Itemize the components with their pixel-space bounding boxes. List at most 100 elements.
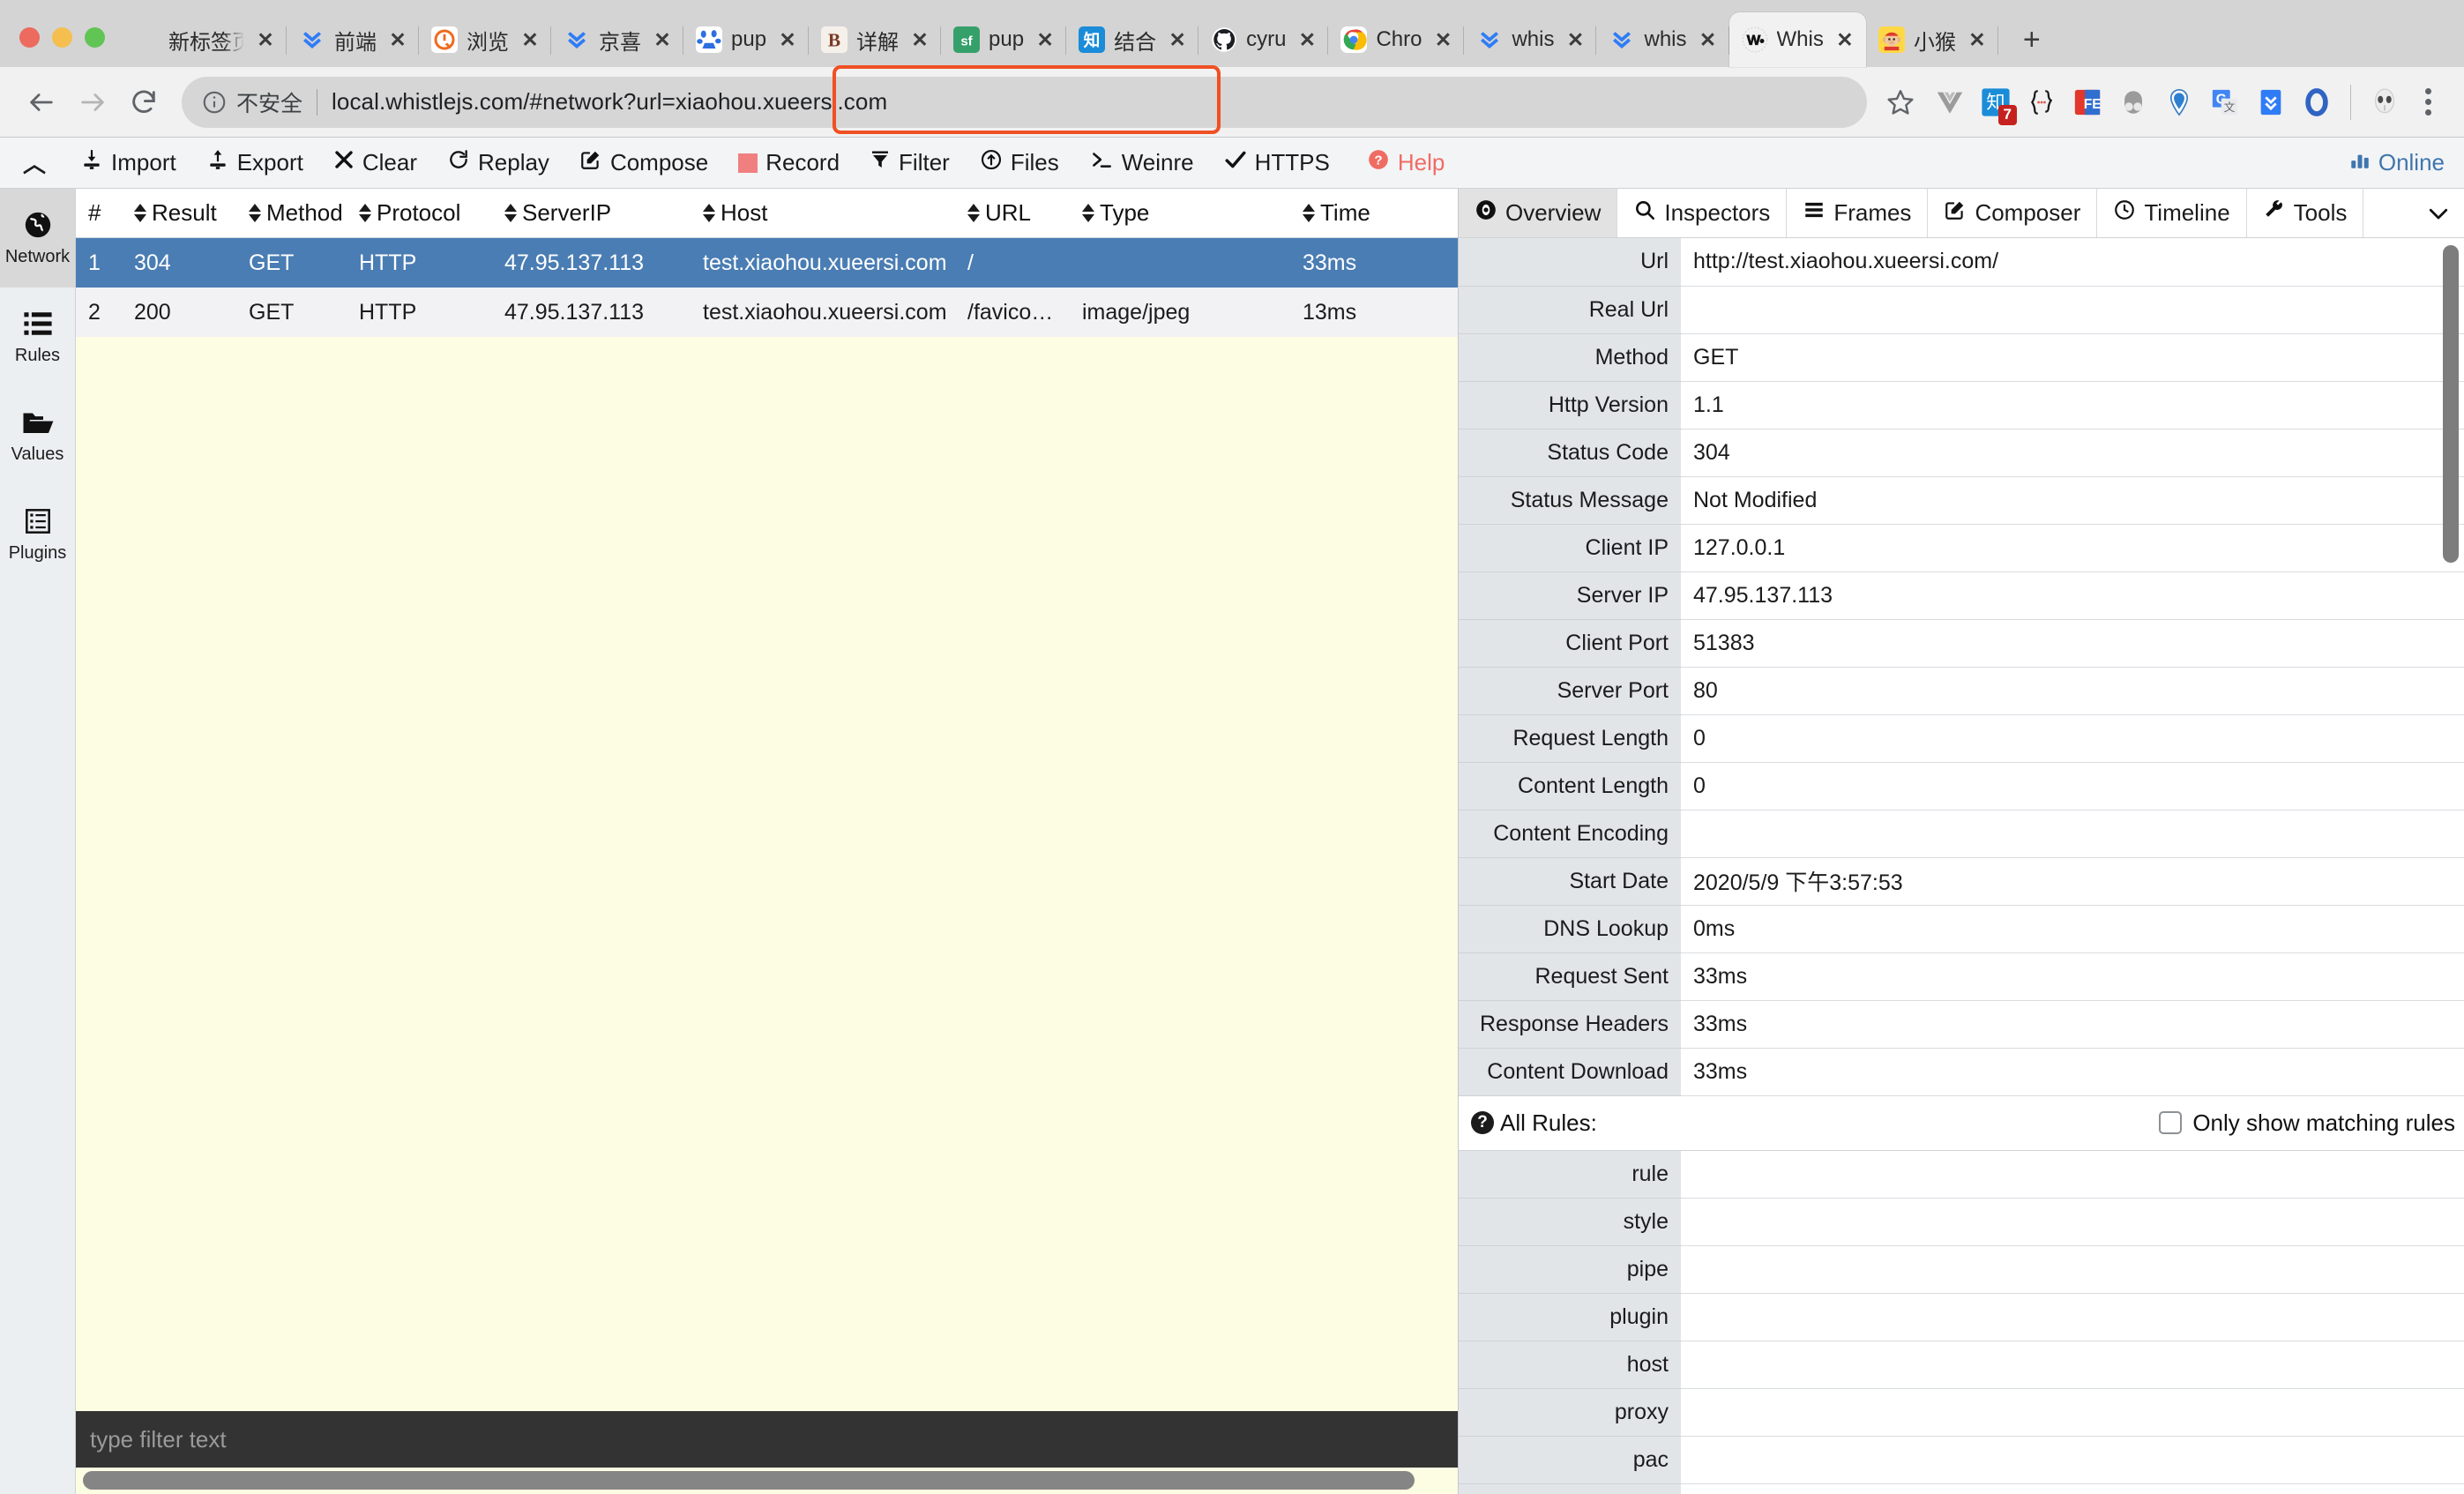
kv-value[interactable] bbox=[1681, 1388, 2464, 1437]
new-tab-button[interactable]: + bbox=[2007, 18, 2057, 62]
filter-input[interactable]: type filter text bbox=[76, 1411, 1458, 1468]
opera-o-icon[interactable] bbox=[2294, 79, 2340, 125]
sort-arrows-icon[interactable] bbox=[703, 204, 715, 222]
sidebar-item-rules[interactable]: Rules bbox=[0, 288, 75, 386]
kv-value[interactable] bbox=[1681, 1341, 2464, 1389]
export-button[interactable]: Export bbox=[191, 138, 318, 189]
browser-tab[interactable]: 新标签页 ✕ bbox=[121, 12, 287, 67]
detail-tab-composer[interactable]: Composer bbox=[1928, 189, 2098, 237]
browser-tab[interactable]: 京喜 ✕ bbox=[551, 12, 683, 67]
sidebar-item-plugins[interactable]: Plugins bbox=[0, 485, 75, 584]
kv-value[interactable] bbox=[1681, 810, 2464, 858]
tab-close-icon[interactable]: ✕ bbox=[1432, 28, 1453, 51]
kv-value[interactable]: GET bbox=[1681, 333, 2464, 382]
clear-button[interactable]: Clear bbox=[318, 138, 432, 189]
column-header[interactable]: Type bbox=[1070, 199, 1290, 227]
weinre-button[interactable]: Weinre bbox=[1074, 138, 1209, 189]
address-bar[interactable]: 不安全 local.whistlejs.com/#network?url=xia… bbox=[182, 64, 1867, 134]
tab-close-icon[interactable]: ✕ bbox=[1296, 28, 1318, 51]
tab-close-icon[interactable]: ✕ bbox=[909, 28, 930, 51]
kv-value[interactable] bbox=[1681, 1245, 2464, 1294]
detail-tab-timeline[interactable]: Timeline bbox=[2097, 189, 2247, 237]
detail-tabs-overflow-chevron-down-icon[interactable] bbox=[2413, 189, 2464, 237]
tab-close-icon[interactable]: ✕ bbox=[1698, 28, 1719, 51]
kv-value[interactable]: 0 bbox=[1681, 762, 2464, 810]
detail-tab-overview[interactable]: Overview bbox=[1459, 189, 1618, 237]
filter-button[interactable]: Filter bbox=[855, 138, 965, 189]
vue-devtools-icon[interactable] bbox=[1927, 79, 1973, 125]
online-status-button[interactable]: Online bbox=[2348, 148, 2445, 177]
fe-helper-icon[interactable]: FE bbox=[2065, 79, 2110, 125]
browser-tab[interactable]: 浏览 ✕ bbox=[419, 12, 551, 67]
kv-value[interactable]: 304 bbox=[1681, 429, 2464, 477]
browser-tab[interactable]: 知结合 ✕ bbox=[1066, 12, 1199, 67]
kv-value[interactable] bbox=[1681, 1483, 2464, 1494]
reload-icon[interactable] bbox=[118, 77, 169, 128]
browser-tab[interactable]: Whis ✕ bbox=[1729, 12, 1866, 67]
tab-close-icon[interactable]: ✕ bbox=[1834, 28, 1855, 51]
kv-value[interactable] bbox=[1681, 1198, 2464, 1246]
sort-arrows-icon[interactable] bbox=[967, 204, 980, 222]
question-mark-icon[interactable]: ? bbox=[1471, 1111, 1494, 1134]
json-formatter-icon[interactable] bbox=[2019, 79, 2065, 125]
tab-close-icon[interactable]: ✕ bbox=[1167, 28, 1188, 51]
only-matching-rules-checkbox[interactable] bbox=[2159, 1111, 2183, 1134]
column-header[interactable]: Host bbox=[691, 199, 955, 227]
column-header[interactable]: URL bbox=[955, 199, 1070, 227]
close-window-button[interactable] bbox=[19, 27, 40, 48]
sort-arrows-icon[interactable] bbox=[504, 204, 517, 222]
column-header[interactable]: Time bbox=[1290, 199, 1405, 227]
browser-tab[interactable]: cyru ✕ bbox=[1198, 12, 1329, 67]
bookmark-star-icon[interactable] bbox=[1878, 87, 1923, 117]
tab-close-icon[interactable]: ✕ bbox=[387, 28, 408, 51]
sort-arrows-icon[interactable] bbox=[1082, 204, 1094, 222]
column-header[interactable]: Protocol bbox=[347, 199, 492, 227]
chevrons-down-icon[interactable] bbox=[2248, 79, 2294, 125]
minimize-window-button[interactable] bbox=[52, 27, 72, 48]
tab-close-icon[interactable]: ✕ bbox=[1564, 28, 1586, 51]
info-circle-icon[interactable] bbox=[201, 89, 228, 116]
tab-close-icon[interactable]: ✕ bbox=[519, 28, 541, 51]
forward-icon[interactable] bbox=[67, 77, 118, 128]
kv-value[interactable] bbox=[1681, 1436, 2464, 1484]
kv-value[interactable]: 47.95.137.113 bbox=[1681, 571, 2464, 620]
browser-tab[interactable]: Chro ✕ bbox=[1328, 12, 1465, 67]
tab-close-icon[interactable]: ✕ bbox=[777, 28, 798, 51]
import-button[interactable]: Import bbox=[65, 138, 191, 189]
vertical-scrollbar[interactable] bbox=[2438, 238, 2464, 1494]
kv-value[interactable]: Not Modified bbox=[1681, 476, 2464, 525]
kv-value[interactable]: 80 bbox=[1681, 667, 2464, 715]
kv-value[interactable]: 51383 bbox=[1681, 619, 2464, 668]
back-icon[interactable] bbox=[16, 77, 67, 128]
sort-arrows-icon[interactable] bbox=[359, 204, 371, 222]
gray-capsule-icon[interactable] bbox=[2110, 79, 2156, 125]
kv-value[interactable] bbox=[1681, 1150, 2464, 1199]
column-header[interactable]: ServerIP bbox=[492, 199, 691, 227]
collapse-toolbar-button[interactable]: ︿ bbox=[18, 146, 65, 179]
https-button[interactable]: HTTPS bbox=[1209, 138, 1345, 189]
kv-value[interactable]: 0 bbox=[1681, 714, 2464, 763]
tab-close-icon[interactable]: ✕ bbox=[255, 28, 276, 51]
detail-tab-frames[interactable]: Frames bbox=[1787, 189, 1929, 237]
kv-value[interactable]: 33ms bbox=[1681, 1048, 2464, 1096]
network-row[interactable]: 2 200 GET HTTP 47.95.137.113 test.xiaohou.xue… bbox=[76, 288, 1458, 337]
maximize-window-button[interactable] bbox=[85, 27, 105, 48]
horizontal-scrollbar-thumb[interactable] bbox=[83, 1471, 1415, 1490]
kv-value[interactable]: 33ms bbox=[1681, 1000, 2464, 1049]
detail-scroll-area[interactable]: Url http://test.xiaohou.xueersi.com/Real … bbox=[1459, 238, 2464, 1494]
horizontal-scrollbar[interactable] bbox=[76, 1468, 1458, 1494]
browser-tab[interactable]: pup ✕ bbox=[683, 12, 810, 67]
tab-close-icon[interactable]: ✕ bbox=[1967, 28, 1988, 51]
sort-arrows-icon[interactable] bbox=[1303, 204, 1315, 222]
browser-tab[interactable]: whis ✕ bbox=[1464, 12, 1597, 67]
browser-tab[interactable]: 小猴 ✕ bbox=[1866, 12, 1998, 67]
google-translate-icon[interactable]: G文 bbox=[2202, 79, 2248, 125]
chrome-menu-icon[interactable] bbox=[2408, 88, 2448, 116]
tab-close-icon[interactable]: ✕ bbox=[1034, 28, 1056, 51]
alien-avatar-icon[interactable] bbox=[2362, 79, 2408, 125]
zhihu-icon[interactable]: 知 7 bbox=[1973, 79, 2019, 125]
kv-value[interactable]: 1.1 bbox=[1681, 381, 2464, 430]
browser-tab[interactable]: B 详解 ✕ bbox=[809, 12, 942, 67]
kv-value[interactable]: 127.0.0.1 bbox=[1681, 524, 2464, 572]
browser-tab[interactable]: 前端 ✕ bbox=[287, 12, 419, 67]
